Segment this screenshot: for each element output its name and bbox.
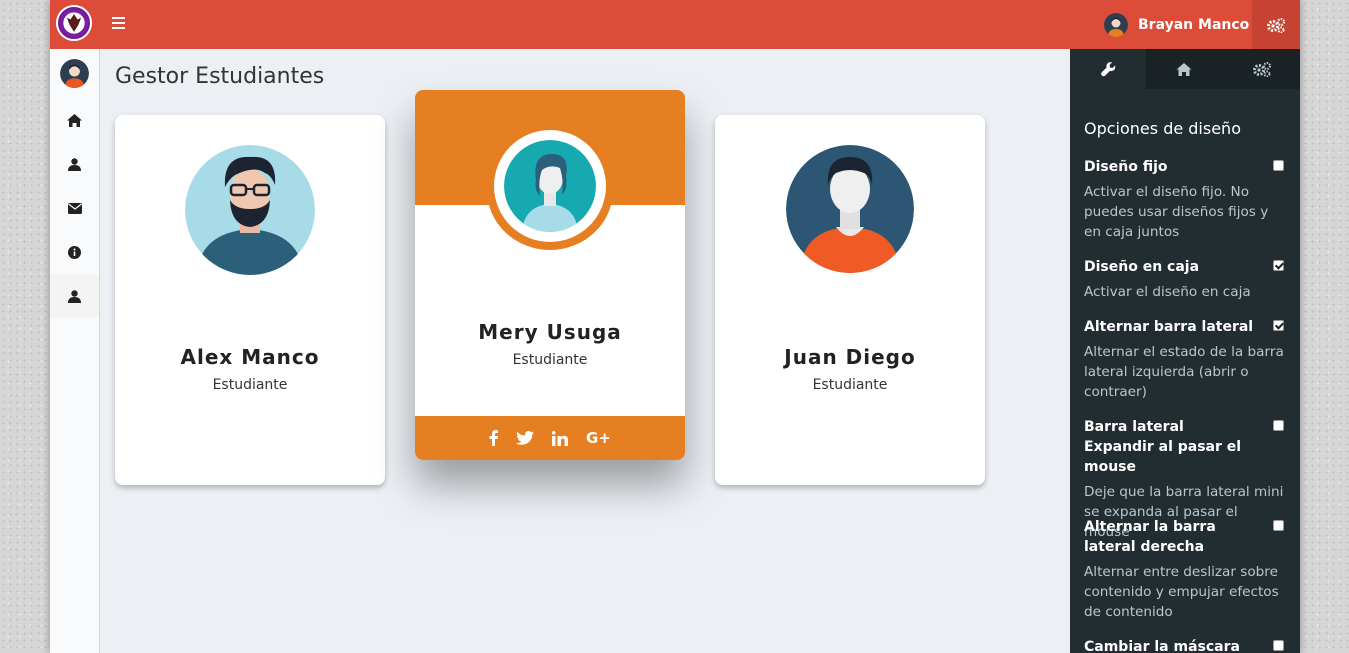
option-label: Diseño en caja — [1084, 259, 1200, 275]
sidebar-item-profile[interactable] — [50, 142, 99, 186]
wrench-icon — [1100, 61, 1115, 76]
student-card-featured[interactable]: Mery Usuga Estudiante G+ — [415, 90, 685, 460]
tab-settings[interactable] — [1224, 49, 1300, 89]
hamburger-icon — [112, 17, 125, 19]
logo[interactable] — [56, 5, 92, 41]
option-label: Alternar barra lateral — [1084, 319, 1254, 335]
student-avatar — [185, 145, 315, 275]
student-card[interactable]: Alex Manco Estudiante — [115, 115, 385, 485]
control-sidebar-heading: Opciones de diseño — [1084, 119, 1241, 138]
option-description: Alternar entre deslizar sobre contenido … — [1084, 564, 1279, 620]
sidebar-item-home[interactable] — [50, 98, 99, 142]
logo-icon — [59, 8, 89, 38]
toggle-sidebar-checkbox[interactable] — [1273, 320, 1284, 331]
student-avatar — [786, 145, 914, 273]
info-icon — [68, 245, 81, 259]
option-boxed-layout: Diseño en caja Activar el diseño en caja — [1084, 257, 1286, 302]
google-plus-icon[interactable]: G+ — [586, 429, 611, 447]
top-navbar: Brayan Manco — [50, 0, 1300, 49]
twitter-icon[interactable] — [516, 430, 535, 446]
right-sidebar-slide-checkbox[interactable] — [1273, 520, 1284, 531]
user-icon — [68, 289, 81, 303]
control-sidebar-tabs — [1070, 49, 1300, 89]
option-label: Cambiar la máscara de la — [1084, 639, 1240, 653]
home-icon — [1176, 62, 1192, 76]
option-right-sidebar-slide: Alternar la barra lateral derecha Altern… — [1084, 517, 1286, 622]
option-toggle-sidebar: Alternar barra lateral Alternar el estad… — [1084, 317, 1286, 402]
option-label: Barra lateral Expandir al pasar el mouse — [1084, 419, 1242, 475]
student-role: Estudiante — [212, 377, 288, 393]
page-title: Gestor Estudiantes — [115, 64, 325, 89]
option-description: Alternar el estado de la barra lateral i… — [1084, 344, 1284, 400]
student-role: Estudiante — [812, 377, 888, 393]
tab-home[interactable] — [1146, 49, 1222, 89]
home-icon — [67, 113, 82, 127]
user-avatar — [1104, 13, 1128, 37]
fixed-layout-checkbox[interactable] — [1273, 160, 1284, 171]
control-sidebar-toggle[interactable] — [1252, 0, 1300, 49]
option-description: Activar el diseño en caja — [1084, 284, 1251, 300]
sidebar-item-messages[interactable] — [50, 186, 99, 230]
user-menu[interactable]: Brayan Manco — [1104, 12, 1249, 38]
sidebar-item-students[interactable] — [50, 274, 99, 318]
student-name: Juan Diego — [784, 345, 916, 369]
student-avatar — [504, 140, 596, 232]
student-role: Estudiante — [512, 352, 588, 368]
option-label: Diseño fijo — [1084, 159, 1168, 175]
student-card[interactable]: Juan Diego Estudiante — [715, 115, 985, 485]
facebook-icon[interactable] — [489, 430, 499, 446]
user-name: Brayan Manco — [1138, 17, 1250, 33]
tab-layout[interactable] — [1070, 49, 1146, 89]
student-name: Mery Usuga — [478, 320, 622, 344]
app-wrapper: Brayan Manco Gestor Estudiantes Alex Man… — [50, 0, 1300, 653]
sidebar-expand-hover-checkbox[interactable] — [1273, 420, 1284, 431]
skin-checkbox[interactable] — [1273, 640, 1284, 651]
option-description: Activar el diseño fijo. No puedes usar d… — [1084, 184, 1269, 240]
option-skin: Cambiar la máscara de la — [1084, 637, 1286, 653]
gears-icon — [1267, 17, 1285, 33]
option-label: Alternar la barra lateral derecha — [1084, 519, 1216, 555]
sidebar-item-info[interactable] — [50, 230, 99, 274]
user-icon — [68, 157, 81, 171]
option-fixed-layout: Diseño fijo Activar el diseño fijo. No p… — [1084, 157, 1286, 242]
student-name: Alex Manco — [180, 345, 320, 369]
sidebar-toggle-button[interactable] — [112, 14, 128, 34]
social-links: G+ — [415, 416, 685, 460]
boxed-layout-checkbox[interactable] — [1273, 260, 1284, 271]
control-sidebar: Opciones de diseño Diseño fijo Activar e… — [1070, 49, 1300, 653]
envelope-icon — [67, 202, 82, 214]
gears-icon — [1253, 62, 1271, 77]
sidebar-user-avatar[interactable] — [60, 59, 89, 88]
linkedin-icon[interactable] — [552, 430, 569, 446]
main-sidebar — [50, 49, 100, 653]
